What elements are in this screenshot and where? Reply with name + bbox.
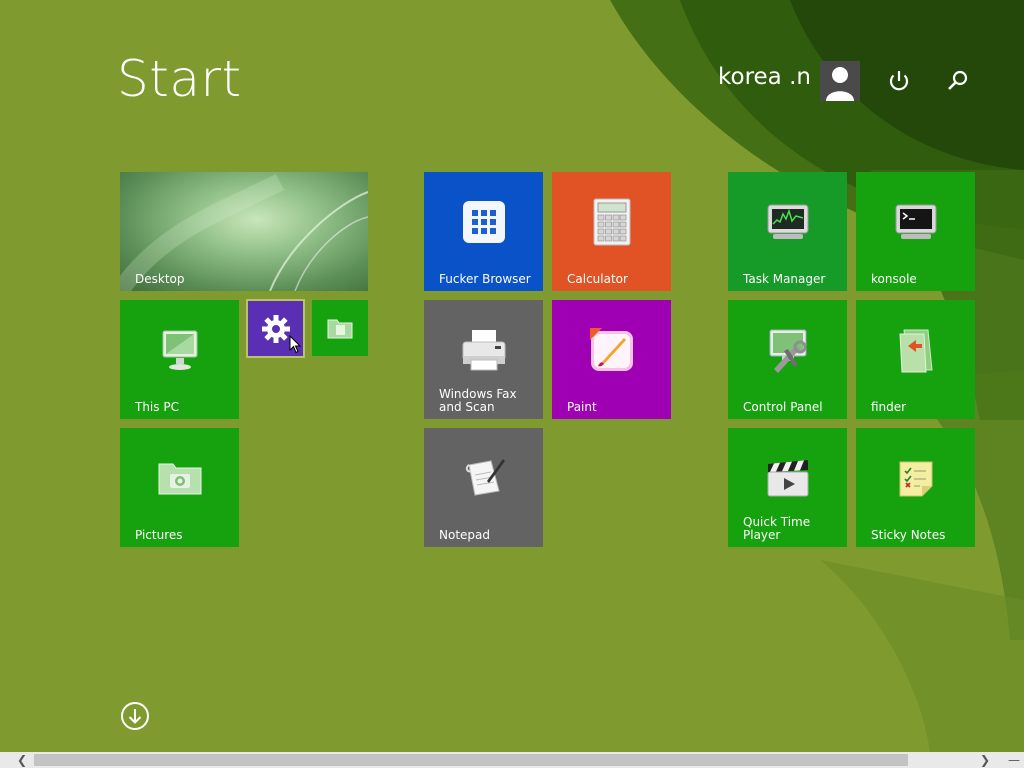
- calculator-icon: [593, 198, 630, 246]
- tile-label: This PC: [135, 400, 179, 414]
- tile-small-folder[interactable]: [312, 300, 368, 356]
- scroll-left-arrow-icon[interactable]: ❮: [14, 752, 30, 768]
- tile-label: Task Manager: [743, 272, 826, 286]
- user-avatar-icon[interactable]: [820, 61, 860, 101]
- printer-icon: [462, 329, 505, 371]
- tile-label: Calculator: [567, 272, 628, 286]
- tile-fucker-browser[interactable]: Fucker Browser: [424, 172, 543, 291]
- zoom-minus-icon[interactable]: —: [1006, 752, 1022, 768]
- tile-label: Control Panel: [743, 400, 823, 414]
- clapperboard-icon: [767, 459, 808, 497]
- app-grid-icon: [462, 200, 505, 243]
- task-manager-icon: [767, 204, 808, 239]
- control-panel-icon: [769, 329, 806, 373]
- start-title: Start: [117, 50, 242, 108]
- mouse-cursor-icon: [289, 335, 302, 354]
- tile-label: Windows Fax and Scan: [439, 388, 517, 414]
- search-icon[interactable]: [943, 66, 973, 96]
- tile-konsole[interactable]: konsole: [856, 172, 975, 291]
- user-name[interactable]: korea .n: [718, 64, 811, 90]
- tile-label: Desktop: [135, 272, 185, 286]
- tile-calculator[interactable]: Calculator: [552, 172, 671, 291]
- scroll-right-arrow-icon[interactable]: ❯: [977, 752, 993, 768]
- tile-label: Notepad: [439, 528, 490, 542]
- computer-icon: [162, 330, 197, 370]
- tile-sticky-notes[interactable]: Sticky Notes: [856, 428, 975, 547]
- tile-control-panel[interactable]: Control Panel: [728, 300, 847, 419]
- tile-paint[interactable]: Paint: [552, 300, 671, 419]
- tile-label: Sticky Notes: [871, 528, 946, 542]
- pictures-folder-icon: [158, 463, 201, 495]
- all-apps-arrow-icon[interactable]: [120, 701, 149, 730]
- horizontal-scrollbar[interactable]: ❮ ❯ —: [0, 752, 1024, 768]
- tile-pictures[interactable]: Pictures: [120, 428, 239, 547]
- tile-label: Quick Time Player: [743, 516, 810, 542]
- tile-label: Pictures: [135, 528, 183, 542]
- sticky-notes-icon: [899, 461, 932, 497]
- tile-this-pc[interactable]: This PC: [120, 300, 239, 419]
- tile-label: konsole: [871, 272, 917, 286]
- tile-desktop[interactable]: Desktop: [120, 172, 368, 291]
- folder-icon: [327, 319, 353, 339]
- scrollbar-thumb[interactable]: [34, 754, 908, 766]
- tile-label-line: and Scan: [439, 400, 495, 414]
- tile-notepad[interactable]: Notepad: [424, 428, 543, 547]
- tile-label: Paint: [567, 400, 597, 414]
- tile-windows-fax-and-scan[interactable]: Windows Fax and Scan: [424, 300, 543, 419]
- tile-quick-time-player[interactable]: Quick Time Player: [728, 428, 847, 547]
- gear-icon: [261, 314, 290, 343]
- paint-icon: [589, 327, 633, 371]
- tile-label: finder: [871, 400, 907, 414]
- finder-icon: [898, 329, 933, 373]
- tile-finder[interactable]: finder: [856, 300, 975, 419]
- notepad-icon: [465, 458, 505, 496]
- tile-label-line: Player: [743, 528, 781, 542]
- tile-task-manager[interactable]: Task Manager: [728, 172, 847, 291]
- tile-label: Fucker Browser: [439, 272, 531, 286]
- power-icon[interactable]: [884, 66, 914, 96]
- terminal-icon: [895, 204, 936, 239]
